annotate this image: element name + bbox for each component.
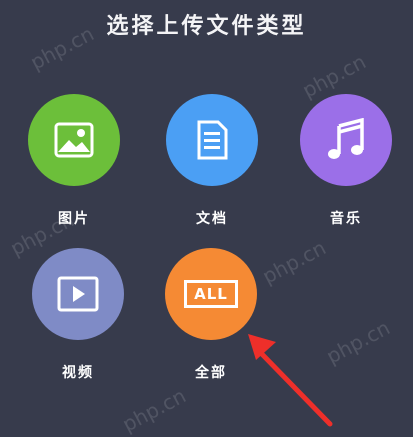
video-icon-circle[interactable]	[32, 248, 124, 340]
file-type-video[interactable]: 视频	[18, 248, 138, 382]
file-type-music[interactable]: 音乐	[286, 94, 406, 228]
music-label: 音乐	[330, 211, 362, 227]
all-icon-text: ALL	[194, 285, 228, 303]
images-label: 图片	[58, 211, 90, 227]
all-icon: ALL	[184, 280, 238, 308]
image-icon	[54, 122, 94, 158]
music-icon-circle[interactable]	[300, 94, 392, 186]
file-type-documents[interactable]: 文档	[152, 94, 272, 228]
documents-label: 文档	[196, 211, 228, 227]
images-icon-circle[interactable]	[28, 94, 120, 186]
document-icon	[197, 120, 228, 160]
video-label: 视频	[62, 365, 94, 381]
video-play-icon	[57, 276, 99, 312]
music-note-icon	[328, 118, 364, 159]
file-type-images[interactable]: 图片	[14, 94, 134, 228]
annotation-arrow-icon	[248, 334, 333, 427]
documents-icon-circle[interactable]	[166, 94, 258, 186]
